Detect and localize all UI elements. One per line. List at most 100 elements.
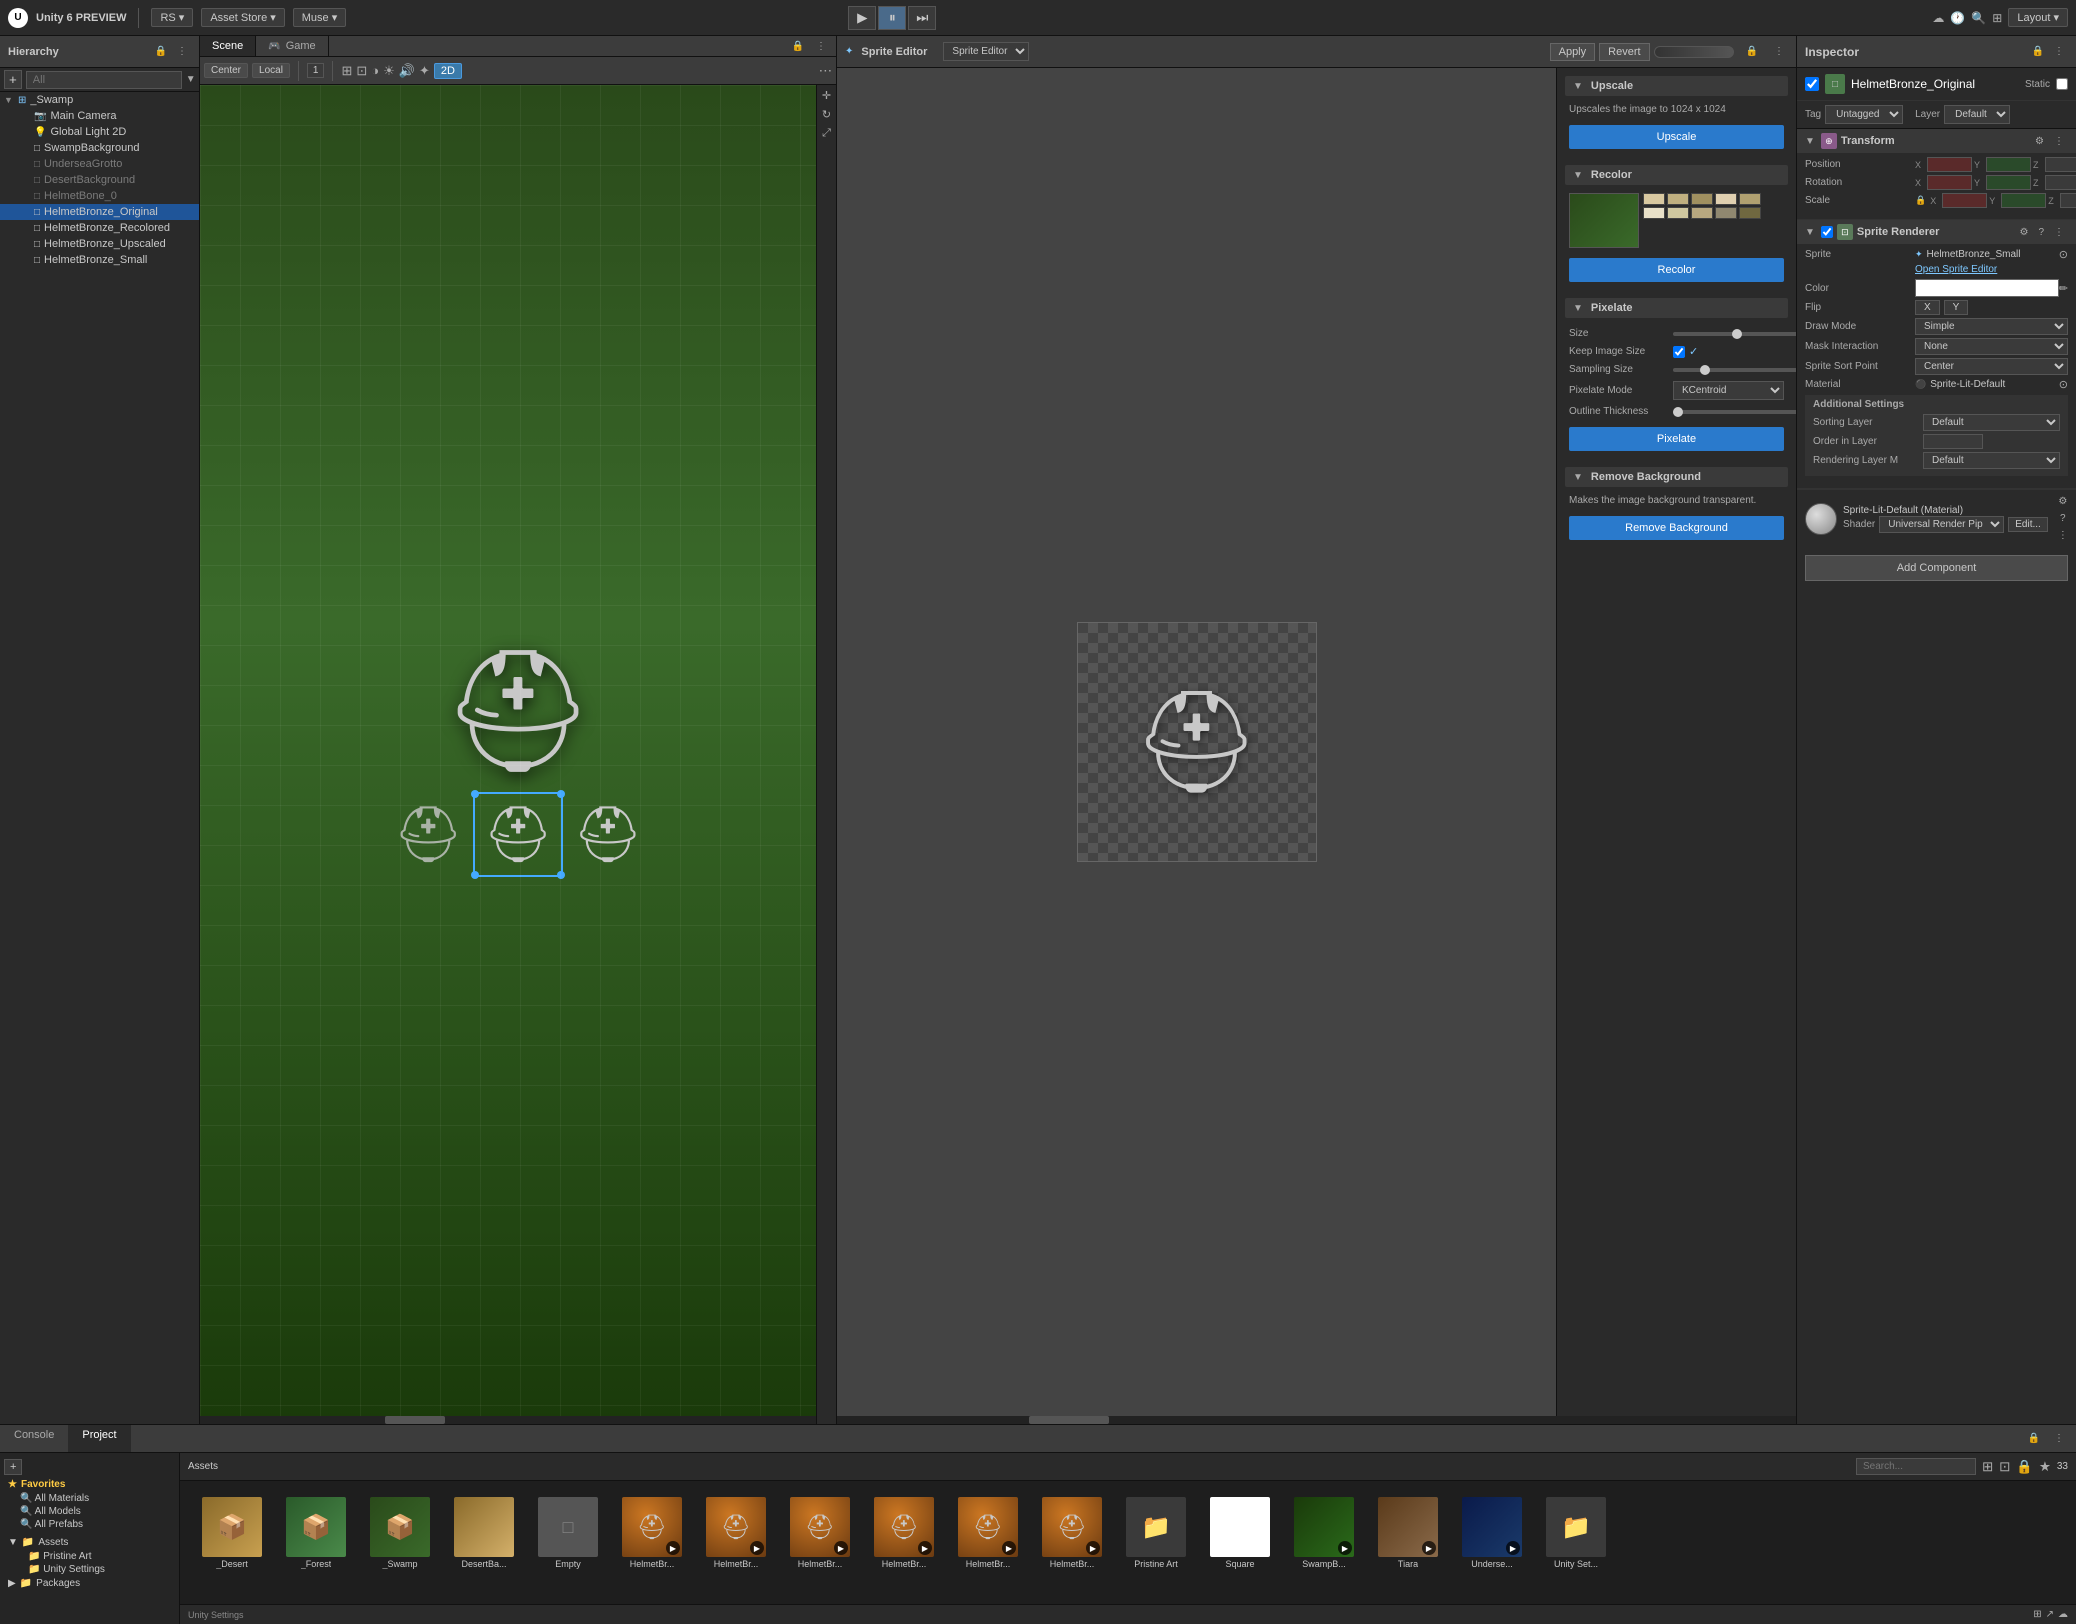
apply-button[interactable]: Apply xyxy=(1550,43,1596,61)
pixelate-mode-select[interactable]: KCentroid xyxy=(1673,381,1784,400)
view-options-btn[interactable]: ◑ xyxy=(371,63,379,78)
rot-y-input[interactable]: 0 xyxy=(1986,175,2031,190)
sidebar-add-btn[interactable]: + xyxy=(4,1459,22,1475)
bottom-lock-btn[interactable]: 🔒 xyxy=(2024,1431,2044,1446)
asset-forest[interactable]: 📦 _Forest xyxy=(276,1493,356,1573)
layout-button[interactable]: Layout ▾ xyxy=(2008,8,2068,27)
open-sprite-editor-link[interactable]: Open Sprite Editor xyxy=(1805,264,2068,275)
assets-star-btn[interactable]: ★ xyxy=(2039,1459,2051,1475)
muse-button[interactable]: Muse ▾ xyxy=(293,8,346,27)
outline-slider[interactable] xyxy=(1673,410,1796,414)
flip-y-button[interactable]: Y xyxy=(1944,300,1969,315)
mask-interaction-select[interactable]: None xyxy=(1915,338,2068,355)
assets-view-btn[interactable]: ⊞ xyxy=(1982,1459,1993,1475)
effect-btn[interactable]: ✦ xyxy=(419,63,430,79)
inspector-lock-btn[interactable]: 🔒 xyxy=(2028,44,2048,59)
pos-z-input[interactable]: 0 xyxy=(2045,157,2076,172)
status-icon-2[interactable]: ↗ xyxy=(2046,1609,2054,1620)
unity-settings-folder[interactable]: 📁 Unity Settings xyxy=(4,1563,175,1576)
hierarchy-item-helmet-recolored[interactable]: □ HelmetBronze_Recolored xyxy=(0,220,199,236)
scale-x-input[interactable]: 1 xyxy=(1942,193,1987,208)
size-slider[interactable] xyxy=(1673,332,1796,336)
assets-lock-btn[interactable]: 🔒 xyxy=(2016,1459,2033,1475)
swatch-1-3[interactable] xyxy=(1691,193,1713,205)
hierarchy-item-helmet-original[interactable]: □ HelmetBronze_Original xyxy=(0,204,199,220)
hierarchy-item-helmet-upscaled[interactable]: □ HelmetBronze_Upscaled xyxy=(0,236,199,252)
material-settings-btn[interactable]: ⚙ xyxy=(2054,494,2072,509)
sprite-editor-menu-btn[interactable]: ⋮ xyxy=(1770,44,1788,59)
sprite-sort-select[interactable]: Center xyxy=(1915,358,2068,375)
hierarchy-menu-btn[interactable]: ⋮ xyxy=(173,44,191,59)
transform-header[interactable]: ▼ ⊕ Transform ⚙ ⋮ xyxy=(1797,129,2076,153)
hierarchy-item-main-camera[interactable]: 📷 Main Camera xyxy=(0,108,199,124)
swatch-1-5[interactable] xyxy=(1739,193,1761,205)
lighting-btn[interactable]: ☀ xyxy=(383,63,395,79)
asset-unity-settings[interactable]: 📁 Unity Set... xyxy=(1536,1493,1616,1573)
sprite-editor-canvas[interactable]: ⛑ xyxy=(837,68,1556,1416)
recolor-button[interactable]: Recolor xyxy=(1569,258,1784,282)
asset-helmet-6[interactable]: ⛑ ▶ HelmetBr... xyxy=(1032,1493,1112,1573)
asset-swampb[interactable]: ▶ SwampB... xyxy=(1284,1493,1364,1573)
center-pivot-btn[interactable]: Center xyxy=(204,63,248,78)
remove-bg-header[interactable]: ▼ Remove Background xyxy=(1565,467,1788,487)
all-prefabs-item[interactable]: 🔍 All Prefabs xyxy=(4,1518,175,1531)
swatch-2-4[interactable] xyxy=(1715,207,1737,219)
scale-tool[interactable]: ⤢ xyxy=(822,127,831,140)
swatch-2-1[interactable] xyxy=(1643,207,1665,219)
scene-extra-btn[interactable]: ⋯ xyxy=(819,63,832,79)
all-models-item[interactable]: 🔍 All Models xyxy=(4,1505,175,1518)
asset-desertba[interactable]: DesertBa... xyxy=(444,1493,524,1573)
layer-select[interactable]: Default xyxy=(1944,105,2010,124)
tab-console[interactable]: Console xyxy=(0,1425,68,1452)
transform-tool[interactable]: ✛ xyxy=(822,89,831,102)
hierarchy-item-desert-bg[interactable]: □ DesertBackground xyxy=(0,172,199,188)
draw-mode-select[interactable]: Simple xyxy=(1915,318,2068,335)
keep-image-size-checkbox[interactable] xyxy=(1673,346,1685,358)
status-icon-1[interactable]: ⊞ xyxy=(2033,1609,2041,1620)
favorites-section[interactable]: ★ Favorites xyxy=(4,1477,175,1492)
tab-game[interactable]: 🎮 Game xyxy=(256,36,328,56)
recolor-header[interactable]: ▼ Recolor xyxy=(1565,165,1788,185)
assets-filter-btn[interactable]: ⊡ xyxy=(1999,1459,2010,1475)
scale-y-input[interactable]: 1 xyxy=(2001,193,2046,208)
rot-x-input[interactable]: 0 xyxy=(1927,175,1972,190)
flip-x-button[interactable]: X xyxy=(1915,300,1940,315)
static-checkbox[interactable] xyxy=(2056,78,2068,90)
hierarchy-item-helmet-bone[interactable]: □ HelmetBone_0 xyxy=(0,188,199,204)
asset-undersea[interactable]: ▶ Underse... xyxy=(1452,1493,1532,1573)
scene-scrollbar-h[interactable] xyxy=(200,1416,816,1424)
sr-enabled-checkbox[interactable] xyxy=(1821,226,1833,238)
scene-canvas[interactable]: ⛑ ⛑ ⛑ xyxy=(200,85,836,1424)
tab-scene[interactable]: Scene xyxy=(200,36,256,56)
sprite-picker-btn[interactable]: ⊙ xyxy=(2059,248,2068,261)
rendering-layer-select[interactable]: Default xyxy=(1923,452,2060,469)
inspector-menu-btn[interactable]: ⋮ xyxy=(2050,44,2068,59)
play-button[interactable]: ▶ xyxy=(848,6,876,30)
hierarchy-filter-btn[interactable]: ▼ xyxy=(186,74,196,85)
order-layer-input[interactable]: 5 xyxy=(1923,434,1983,449)
asset-desert[interactable]: 📦 _Desert xyxy=(192,1493,272,1573)
step-button[interactable]: ⏭ xyxy=(908,6,936,30)
sprite-editor-lock-btn[interactable]: 🔒 xyxy=(1742,44,1762,59)
hierarchy-item-helmet-small[interactable]: □ HelmetBronze_Small xyxy=(0,252,199,268)
swatch-1-2[interactable] xyxy=(1667,193,1689,205)
asset-helmet-4[interactable]: ⛑ ▶ HelmetBr... xyxy=(864,1493,944,1573)
swatch-2-5[interactable] xyxy=(1739,207,1761,219)
pos-y-input[interactable]: -4.42 xyxy=(1986,157,2031,172)
sr-settings-btn[interactable]: ⚙ xyxy=(2015,225,2032,240)
grid-toggle-btn[interactable]: ⊞ xyxy=(341,63,352,79)
asset-helmet-5[interactable]: ⛑ ▶ HelmetBr... xyxy=(948,1493,1028,1573)
asset-square[interactable]: Square xyxy=(1200,1493,1280,1573)
packages-folder[interactable]: ▶ 📁 Packages xyxy=(4,1576,175,1591)
remove-bg-button[interactable]: Remove Background xyxy=(1569,516,1784,540)
asset-helmet-1[interactable]: ⛑ ▶ HelmetBr... xyxy=(612,1493,692,1573)
scene-lock-btn[interactable]: 🔒 xyxy=(788,39,808,54)
2d-mode-btn[interactable]: 2D xyxy=(434,63,462,79)
branch-button[interactable]: RS ▾ xyxy=(151,8,193,27)
swatch-1-4[interactable] xyxy=(1715,193,1737,205)
asset-helmet-3[interactable]: ⛑ ▶ HelmetBr... xyxy=(780,1493,860,1573)
upscale-button[interactable]: Upscale xyxy=(1569,125,1784,149)
asset-pristine-art[interactable]: 📁 Pristine Art xyxy=(1116,1493,1196,1573)
pristine-art-folder[interactable]: 📁 Pristine Art xyxy=(4,1550,175,1563)
hierarchy-item-swamp-bg[interactable]: □ SwampBackground xyxy=(0,140,199,156)
